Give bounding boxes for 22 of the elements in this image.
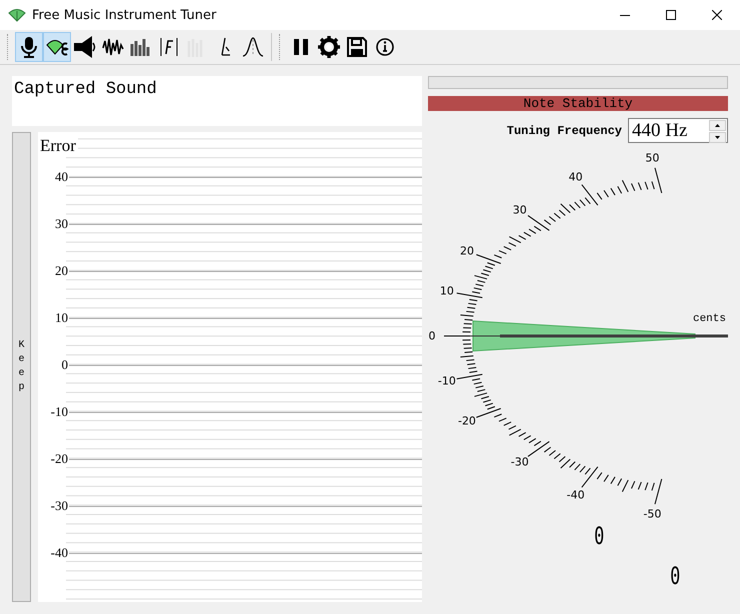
scale-label: 50 — [645, 152, 660, 165]
scale-label: -30 — [510, 456, 529, 469]
scale-label: 40 — [568, 170, 583, 184]
scale-label: -20 — [458, 414, 476, 428]
tuning-frequency-label: Tuning Frequency — [506, 124, 622, 138]
scale-label: 10 — [440, 284, 454, 298]
maximize-button[interactable] — [666, 10, 676, 20]
scale-label: -10 — [438, 374, 456, 388]
captured-sound-panel: Captured Sound — [12, 76, 422, 126]
digit-readout: 0 — [670, 562, 680, 590]
scale-label: -40 — [566, 488, 585, 502]
scale-label: 20 — [460, 244, 474, 258]
digit-readout: 0 — [594, 522, 604, 550]
app-icon — [8, 8, 26, 22]
keep-button[interactable]: Keep — [12, 132, 31, 602]
scale-label: 0 — [428, 330, 436, 342]
scale-label: 30 — [512, 203, 527, 216]
close-button[interactable] — [712, 10, 722, 20]
window-title: Free Music Instrument Tuner — [32, 8, 216, 22]
unit-label: cents — [692, 313, 726, 325]
scale-label: -50 — [643, 507, 662, 520]
note-stability-bar: Note Stability — [428, 96, 728, 111]
